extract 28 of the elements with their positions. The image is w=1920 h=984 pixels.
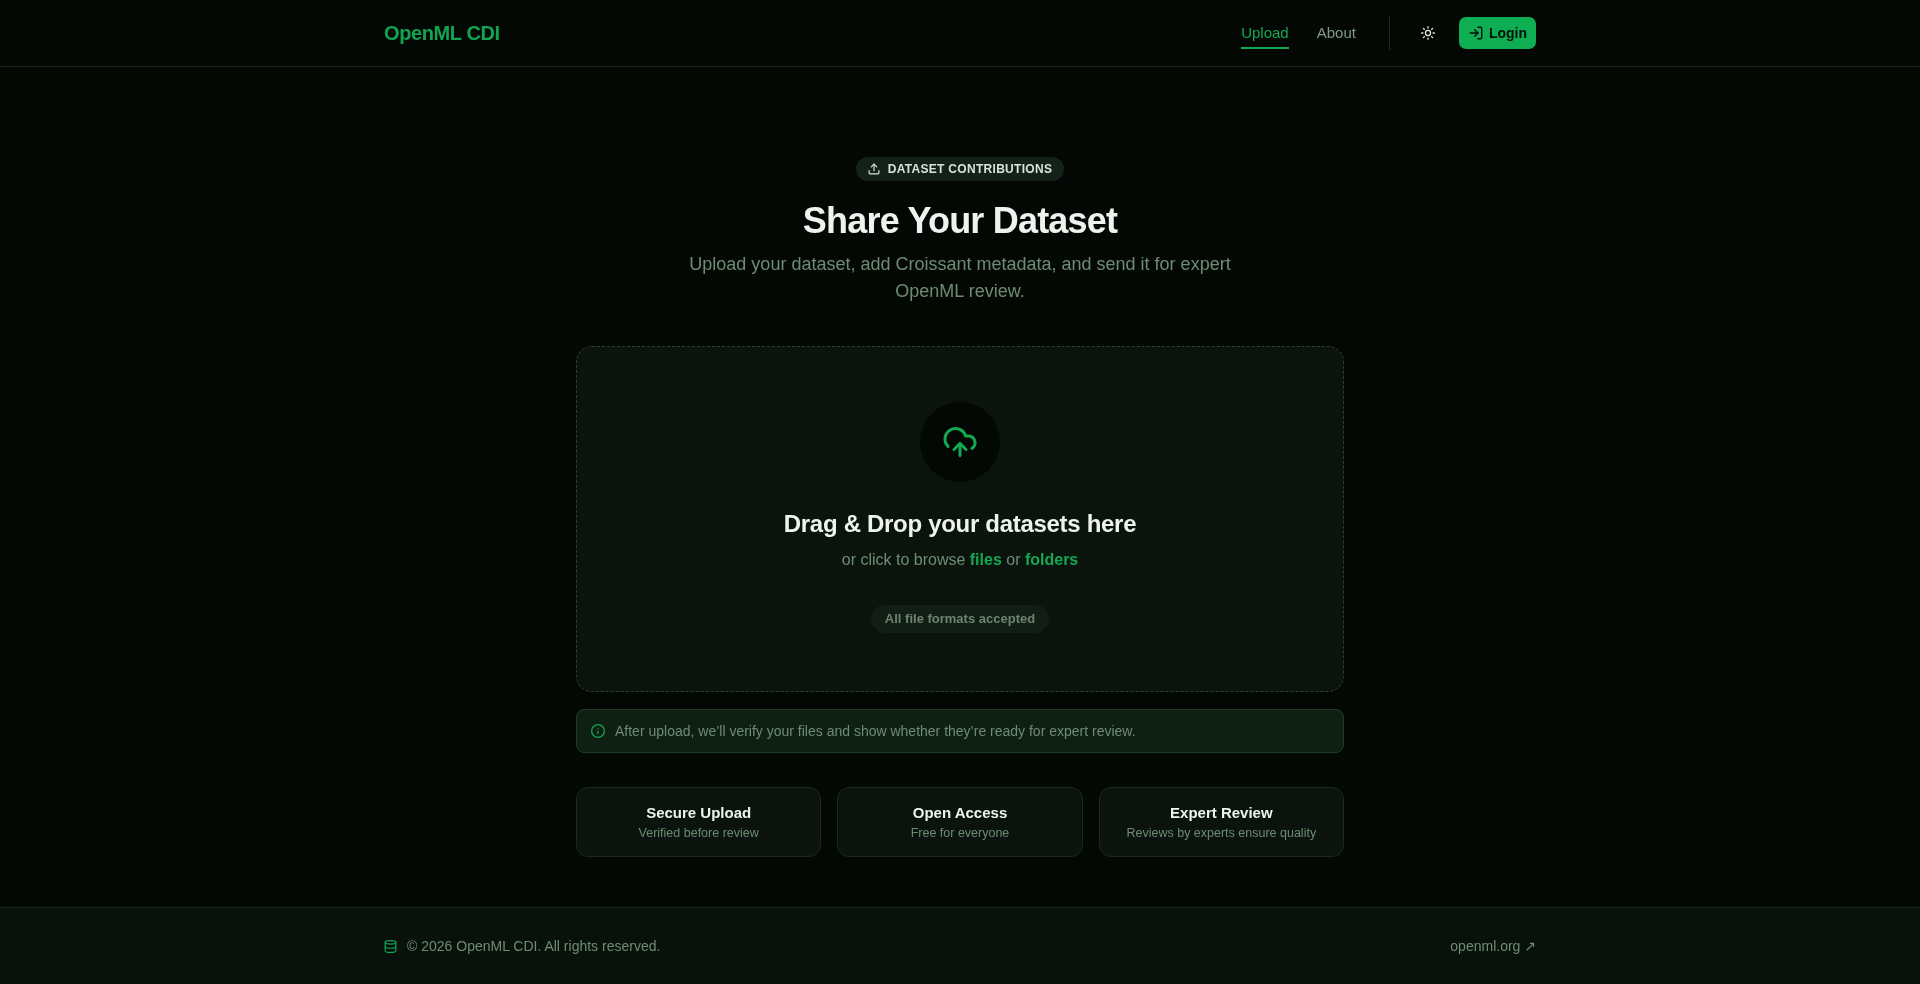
browse-instructions: or click to browse files or folders bbox=[841, 550, 1079, 570]
notice-text: After upload, we’ll verify your files and show whether they’re ready for expert review. bbox=[615, 721, 1136, 741]
page-subtitle: Upload your dataset, add Croissant metadata, and send it for expert OpenML review. bbox=[688, 253, 1232, 303]
feature-description: Verified before review bbox=[638, 825, 759, 841]
external-site-link[interactable]: openml.org ↗ bbox=[1450, 935, 1536, 957]
cloud-upload-icon bbox=[920, 402, 1000, 482]
database-icon bbox=[384, 939, 397, 953]
feature-title: Open Access bbox=[912, 803, 1008, 823]
nav-link[interactable]: Upload bbox=[1241, 17, 1289, 49]
copyright-text: © 2026 OpenML CDI. All rights reserved. bbox=[407, 936, 661, 956]
sun-icon bbox=[1420, 26, 1435, 40]
nav-link[interactable]: About bbox=[1316, 17, 1356, 49]
site-logo[interactable]: OpenML CDI bbox=[384, 18, 500, 48]
login-button[interactable]: Login bbox=[1458, 17, 1536, 49]
upload-dropzone[interactable]: Drag & Drop your datasets here or click to browse files or folders All file formats accepted bbox=[576, 346, 1344, 692]
page-title: Share Your Dataset bbox=[801, 199, 1119, 242]
dropzone-heading: Drag & Drop your datasets here bbox=[783, 509, 1137, 539]
feature-description: Reviews by experts ensure quality bbox=[1126, 825, 1317, 841]
formats-note: All file formats accepted bbox=[870, 605, 1050, 633]
folders-link[interactable]: folders bbox=[1024, 551, 1079, 568]
feature-title: Expert Review bbox=[1170, 803, 1273, 823]
sign-in-icon bbox=[1468, 26, 1483, 40]
files-link[interactable]: files bbox=[969, 551, 1002, 568]
info-icon bbox=[591, 724, 605, 738]
feature-description: Free for everyone bbox=[910, 825, 1010, 841]
feature-title: Secure Upload bbox=[646, 803, 752, 823]
badge-label: DATASET CONTRIBUTIONS bbox=[887, 161, 1053, 178]
upload-icon bbox=[867, 163, 880, 175]
